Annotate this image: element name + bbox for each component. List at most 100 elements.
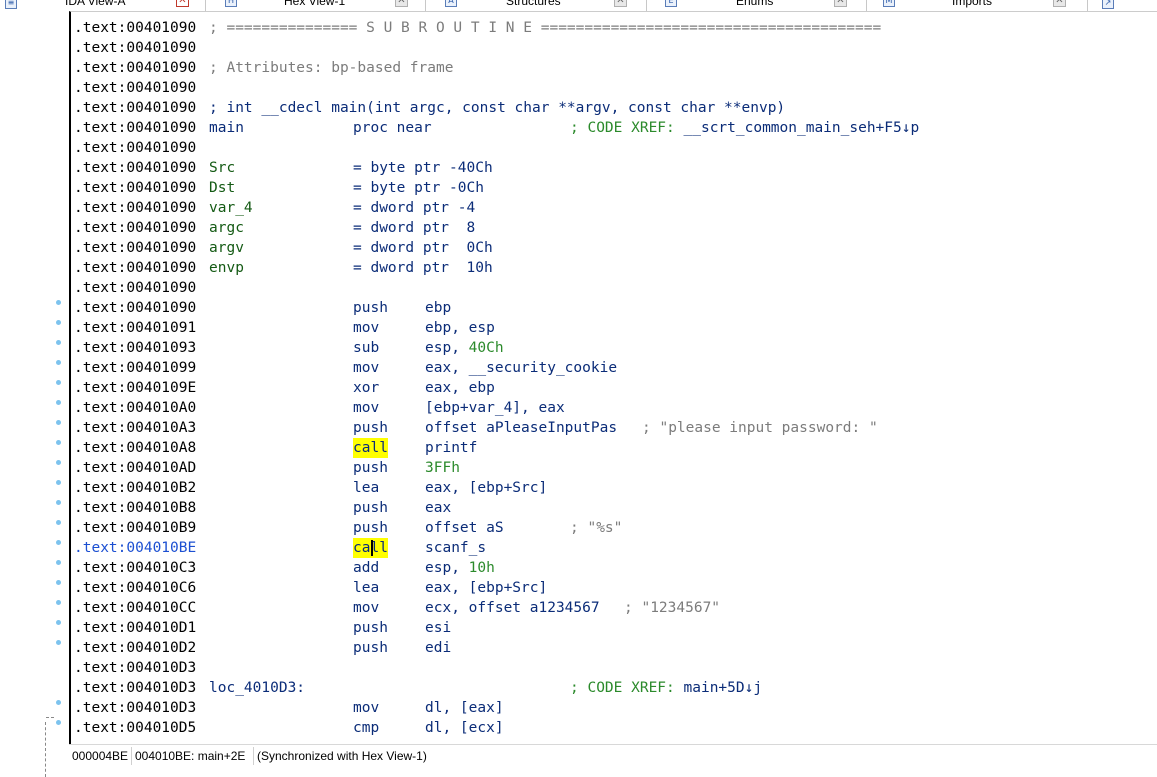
breakpoint-dot[interactable] [56,400,61,405]
listing-line[interactable]: .text:00401090 [74,78,196,98]
listing-line[interactable]: .text:00401090 ; =============== S U B R… [74,18,881,38]
tab-imports[interactable]: M Imports ✕ [880,0,1075,11]
operand[interactable]: eax, ebp [425,378,495,398]
operand[interactable]: edi [425,638,451,658]
tab-structures[interactable]: A Structures ✕ [440,0,635,11]
breakpoint-dot[interactable] [56,700,61,705]
breakpoint-dot[interactable] [56,320,61,325]
operand[interactable]: offset aS [425,518,504,538]
instruction-line[interactable]: .text:004010C3 add esp, 10h [74,558,495,578]
listing-line[interactable]: .text:00401090 envp = dword ptr 10h [74,258,493,278]
breakpoint-dot[interactable] [56,720,61,725]
instruction-line[interactable]: .text:00401090 push ebp [74,298,451,318]
tab-ida-view-a[interactable]: IDA View-A ✕ [60,0,200,11]
frame-var-name[interactable]: Dst [209,178,235,198]
mnemonic[interactable]: push [353,418,388,438]
breakpoint-dot[interactable] [56,540,61,545]
listing-line[interactable]: .text:00401090 main proc near ; CODE XRE… [74,118,919,138]
operand[interactable]: eax, [ebp+Src] [425,478,547,498]
operand[interactable]: [ebp+var_4], eax [425,398,565,418]
operand[interactable]: offset aPleaseInputPas [425,418,617,438]
listing-line[interactable]: .text:00401090 var_4 = dword ptr -4 [74,198,475,218]
instruction-line[interactable]: .text:004010A3 push offset aPleaseInputP… [74,418,878,438]
instruction-line[interactable]: .text:004010A0 mov [ebp+var_4], eax [74,398,565,418]
operand[interactable]: eax, [ebp+Src] [425,578,547,598]
immediate-value[interactable]: 10h [469,560,495,576]
mnemonic-highlighted[interactable]: call [353,438,388,458]
instruction-line[interactable]: .text:004010D3 mov dl, [eax] [74,698,504,718]
listing-line[interactable]: .text:00401090 [74,138,196,158]
listing-line[interactable]: .text:00401090 [74,38,196,58]
listing-line[interactable]: .text:00401090 Src = byte ptr -40Ch [74,158,493,178]
mnemonic[interactable]: mov [353,698,379,718]
listing-line[interactable]: .text:00401090 argc = dword ptr 8 [74,218,475,238]
code-xref[interactable]: ; CODE XREF: __scrt_common_main_seh+F5↓p [570,118,919,138]
function-name[interactable]: main [209,118,244,138]
mnemonic[interactable]: push [353,518,388,538]
frame-var-name[interactable]: envp [209,258,244,278]
xref-target[interactable]: main+5D↓j [684,680,763,696]
close-icon[interactable]: ✕ [176,0,189,7]
operand[interactable]: printf [425,438,477,458]
instruction-line[interactable]: .text:0040109E xor eax, ebp [74,378,495,398]
mnemonic[interactable]: mov [353,598,379,618]
register[interactable]: esp, [425,340,469,356]
mnemonic[interactable]: push [353,298,388,318]
frame-var-name[interactable]: Src [209,158,235,178]
mnemonic[interactable]: push [353,638,388,658]
disassembly-listing[interactable]: .text:00401090 ; =============== S U B R… [69,11,1157,744]
mnemonic[interactable]: add [353,558,379,578]
breakpoint-dot[interactable] [56,640,61,645]
mnemonic[interactable]: sub [353,338,379,358]
breakpoint-dot[interactable] [56,340,61,345]
xref-target[interactable]: __scrt_common_main_seh+F5↓p [684,120,920,136]
mnemonic[interactable]: mov [353,358,379,378]
instruction-line[interactable]: .text:004010D2 push edi [74,638,451,658]
breakpoint-dot[interactable] [56,500,61,505]
instruction-line[interactable]: .text:004010C6 lea eax, [ebp+Src] [74,578,547,598]
breakpoint-dot[interactable] [56,620,61,625]
breakpoint-dot[interactable] [56,300,61,305]
operand[interactable]: esi [425,618,451,638]
operand[interactable]: dl, [ecx] [425,718,504,738]
operand[interactable]: 3FFh [425,458,460,478]
mnemonic[interactable]: mov [353,318,379,338]
operand[interactable]: eax [425,498,451,518]
mnemonic[interactable]: xor [353,378,379,398]
listing-line[interactable]: .text:00401090 ; int __cdecl main(int ar… [74,98,785,118]
instruction-line[interactable]: .text:004010D5 cmp dl, [ecx] [74,718,504,738]
instruction-line[interactable]: .text:004010D1 push esi [74,618,451,638]
breakpoint-dot[interactable] [56,580,61,585]
instruction-line[interactable]: .text:004010CC mov ecx, offset a1234567 … [74,598,720,618]
listing-line[interactable]: .text:00401090 ; Attributes: bp-based fr… [74,58,453,78]
tab-hex-view-1[interactable]: H Hex View-1 ✕ [220,0,415,11]
breakpoint-dot[interactable] [56,520,61,525]
breakpoint-dot[interactable] [56,360,61,365]
listing-line[interactable]: .text:00401090 argv = dword ptr 0Ch [74,238,493,258]
instruction-line[interactable]: .text:004010AD push 3FFh [74,458,460,478]
breakpoint-dot[interactable] [56,480,61,485]
listing-line[interactable]: .text:004010D3 loc_4010D3: ; CODE XREF: … [74,678,762,698]
breakpoint-dot[interactable] [56,420,61,425]
frame-var-name[interactable]: var_4 [209,198,253,218]
code-xref[interactable]: ; CODE XREF: main+5D↓j [570,678,762,698]
operand[interactable]: eax, __security_cookie [425,358,617,378]
operand[interactable]: dl, [eax] [425,698,504,718]
operand[interactable]: esp, 40Ch [425,338,504,358]
listing-line[interactable]: .text:004010D3 [74,658,196,678]
operand[interactable]: esp, 10h [425,558,495,578]
instruction-line[interactable]: .text:004010B2 lea eax, [ebp+Src] [74,478,547,498]
close-icon[interactable]: ✕ [614,0,627,7]
instruction-line[interactable]: .text:004010B9 push offset aS ; "%s" [74,518,622,538]
mnemonic[interactable]: mov [353,398,379,418]
breakpoint-dot[interactable] [56,600,61,605]
operand[interactable]: ebp, esp [425,318,495,338]
instruction-line[interactable]: .text:004010A8 call printf [74,438,477,458]
exports-icon[interactable]: ↗ [1102,0,1114,9]
close-icon[interactable]: ✕ [1053,0,1066,7]
mnemonic[interactable]: push [353,498,388,518]
operand[interactable]: scanf_s [425,538,486,558]
breakpoint-dot[interactable] [56,440,61,445]
instruction-line[interactable]: .text:00401091 mov ebp, esp [74,318,495,338]
breakpoint-dot[interactable] [56,460,61,465]
